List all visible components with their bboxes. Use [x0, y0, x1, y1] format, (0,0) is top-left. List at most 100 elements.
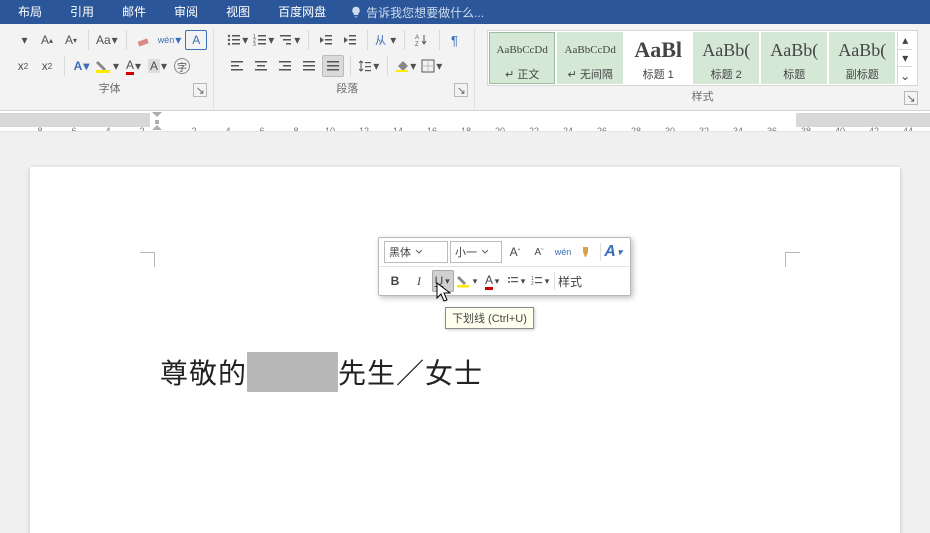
- indent-icon: [343, 33, 357, 47]
- multilevel-list-button[interactable]: ▾: [278, 29, 302, 51]
- style-label: 标题 1: [643, 67, 674, 83]
- bullets-icon: [227, 33, 241, 47]
- mini-font-color-button[interactable]: A▾: [482, 270, 504, 292]
- asian-layout-button[interactable]: 从▾: [374, 29, 398, 51]
- tell-me-placeholder: 告诉我您想要做什么...: [366, 4, 484, 21]
- separator: [88, 30, 89, 50]
- decrease-indent-button[interactable]: [315, 29, 337, 51]
- mini-underline-button[interactable]: U▾: [432, 270, 454, 292]
- pinyin-guide-button[interactable]: wén▾: [157, 29, 184, 51]
- tab-view[interactable]: 视图: [212, 0, 264, 24]
- svg-text:从: 从: [375, 35, 386, 47]
- document-area[interactable]: 尊敬的 先生／女士 黑体 小一 Aˆ Aˇ wén A▾ B I U▾ ▾ A▾…: [0, 132, 930, 533]
- svg-text:¶: ¶: [451, 33, 458, 47]
- asian-layout-icon: 从: [375, 33, 389, 47]
- mini-bold-button[interactable]: B: [384, 270, 406, 292]
- mini-font-name-select[interactable]: 黑体: [384, 241, 448, 263]
- tab-layout[interactable]: 布局: [4, 0, 56, 24]
- text-effects-button[interactable]: A▾: [71, 55, 93, 77]
- gallery-down-button[interactable]: ▾: [898, 50, 912, 68]
- mini-grow-font-button[interactable]: Aˆ: [504, 241, 526, 263]
- separator: [554, 272, 555, 290]
- enclose-characters-button[interactable]: 字: [171, 55, 193, 77]
- mini-font-size-select[interactable]: 小一: [450, 241, 502, 263]
- gallery-up-button[interactable]: ▴: [898, 32, 912, 50]
- character-shading-button[interactable]: A▾: [147, 55, 169, 77]
- mini-styles-button[interactable]: A▾: [603, 241, 625, 263]
- shading-button[interactable]: ▾: [394, 55, 418, 77]
- character-border-button[interactable]: A: [185, 30, 207, 50]
- increase-indent-button[interactable]: [339, 29, 361, 51]
- margin-corner-tl: [140, 252, 155, 267]
- tab-review[interactable]: 审阅: [160, 0, 212, 24]
- distributed-button[interactable]: [322, 55, 344, 77]
- style-label: 标题: [783, 67, 805, 83]
- numbering-icon: 123: [253, 33, 267, 47]
- shrink-font-button[interactable]: A▾: [60, 29, 82, 51]
- align-center-button[interactable]: [250, 55, 272, 77]
- style-preview: AaBb(: [762, 33, 826, 67]
- numbering-button[interactable]: 123▾: [252, 29, 276, 51]
- style-item-3[interactable]: AaBb(标题 2: [693, 32, 759, 84]
- style-preview: AaBbCcDd: [490, 33, 554, 67]
- brush-icon: [580, 245, 594, 259]
- subscript-button[interactable]: x2: [12, 55, 34, 77]
- mini-styles-label-button[interactable]: 样式: [557, 270, 583, 292]
- mini-pinyin-button[interactable]: wén: [552, 241, 574, 263]
- mini-shrink-font-button[interactable]: Aˇ: [528, 241, 550, 263]
- horizontal-ruler[interactable]: 8642246810121416182022242628303234363840…: [0, 111, 930, 132]
- mini-numbering-button[interactable]: 12▾: [530, 270, 552, 292]
- font-size-dropdown[interactable]: ▾: [12, 29, 34, 51]
- font-group-label: 字体↘: [12, 78, 207, 100]
- document-text-line[interactable]: 尊敬的 先生／女士: [160, 352, 483, 392]
- page[interactable]: 尊敬的 先生／女士: [30, 167, 900, 533]
- style-label: 副标题: [846, 67, 879, 83]
- styles-group: AaBbCcDd↵ 正文AaBbCcDd↵ 无间隔AaBl标题 1AaBb(标题…: [481, 28, 924, 110]
- borders-button[interactable]: ▾: [420, 55, 444, 77]
- mini-bullets-button[interactable]: ▾: [506, 270, 528, 292]
- svg-text:Z: Z: [415, 42, 419, 47]
- show-marks-button[interactable]: ¶: [446, 29, 468, 51]
- gallery-scroll[interactable]: ▴ ▾ ⌄: [897, 32, 912, 84]
- grow-font-button[interactable]: A▴: [36, 29, 58, 51]
- svg-text:A: A: [415, 35, 419, 41]
- sort-button[interactable]: AZ: [411, 29, 433, 51]
- tab-mailings[interactable]: 邮件: [108, 0, 160, 24]
- style-item-4[interactable]: AaBb(标题: [761, 32, 827, 84]
- mini-italic-button[interactable]: I: [408, 270, 430, 292]
- tell-me-search[interactable]: 告诉我您想要做什么...: [340, 4, 484, 21]
- align-right-button[interactable]: [274, 55, 296, 77]
- mini-format-painter-button[interactable]: [576, 241, 598, 263]
- font-dialog-launcher[interactable]: ↘: [193, 83, 207, 97]
- style-item-1[interactable]: AaBbCcDd↵ 无间隔: [557, 32, 623, 84]
- tab-references[interactable]: 引用: [56, 0, 108, 24]
- style-item-5[interactable]: AaBb(副标题: [829, 32, 895, 84]
- superscript-button[interactable]: x2: [36, 55, 58, 77]
- highlight-button[interactable]: ▾: [95, 55, 121, 77]
- justify-button[interactable]: [298, 55, 320, 77]
- change-case-button[interactable]: Aa▾: [95, 29, 120, 51]
- bullets-button[interactable]: ▾: [226, 29, 250, 51]
- tab-baidu-netdisk[interactable]: 百度网盘: [264, 0, 340, 24]
- margin-corner-tr: [785, 252, 800, 267]
- underline-tooltip: 下划线 (Ctrl+U): [445, 307, 534, 329]
- separator: [439, 30, 440, 50]
- clear-formatting-button[interactable]: [133, 29, 155, 51]
- bullets-icon: [507, 275, 519, 287]
- mini-highlight-button[interactable]: ▾: [456, 270, 480, 292]
- selected-text[interactable]: [247, 352, 338, 392]
- first-line-indent-marker[interactable]: [152, 112, 162, 130]
- pilcrow-icon: ¶: [451, 33, 463, 47]
- styles-gallery[interactable]: AaBbCcDd↵ 正文AaBbCcDd↵ 无间隔AaBl标题 1AaBb(标题…: [487, 30, 918, 86]
- line-spacing-button[interactable]: ▾: [357, 55, 381, 77]
- separator: [308, 30, 309, 50]
- align-left-button[interactable]: [226, 55, 248, 77]
- paragraph-dialog-launcher[interactable]: ↘: [454, 83, 468, 97]
- gallery-expand-button[interactable]: ⌄: [898, 67, 912, 84]
- style-item-0[interactable]: AaBbCcDd↵ 正文: [489, 32, 555, 84]
- highlighter-icon: [457, 274, 471, 288]
- styles-dialog-launcher[interactable]: ↘: [904, 91, 918, 105]
- borders-icon: [421, 59, 435, 73]
- style-item-2[interactable]: AaBl标题 1: [625, 32, 691, 84]
- font-color-button[interactable]: A▾: [123, 55, 145, 77]
